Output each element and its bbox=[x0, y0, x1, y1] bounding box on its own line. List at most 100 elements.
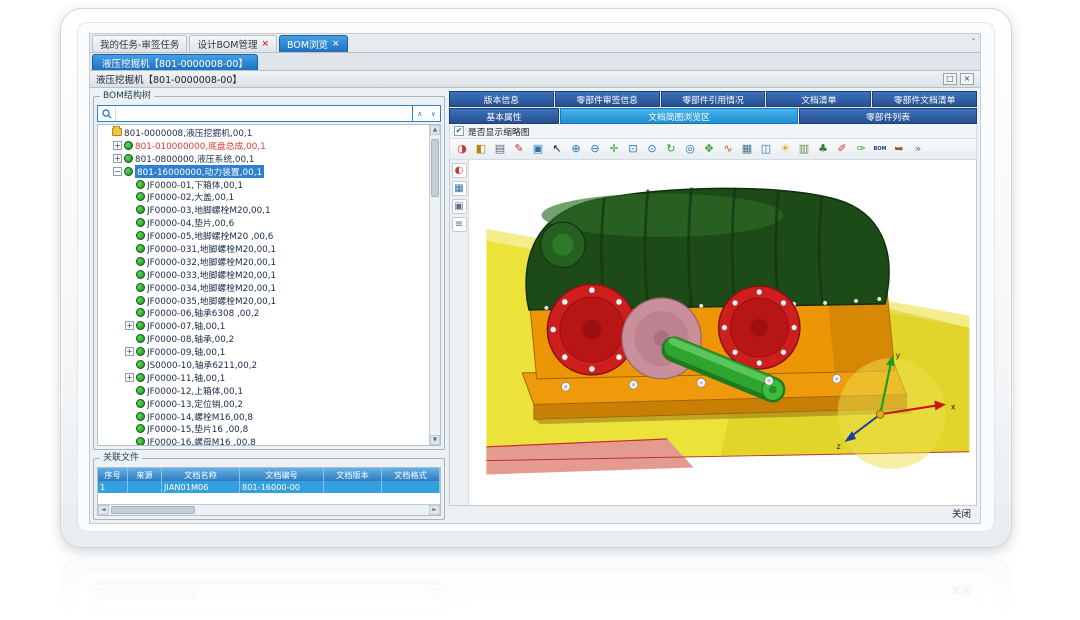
structure-tree-icon[interactable]: ♣ bbox=[815, 141, 831, 157]
scroll-right-icon[interactable]: ► bbox=[429, 505, 440, 515]
tree-expander-icon[interactable]: + bbox=[113, 141, 122, 150]
part-tab[interactable]: 版本信息 bbox=[449, 91, 554, 107]
tree-item[interactable]: 801-0000008,液压挖掘机,00,1 bbox=[98, 126, 429, 139]
thumbnail-tab-icon[interactable]: ▣ bbox=[452, 199, 467, 214]
pan-icon[interactable]: ✛ bbox=[606, 141, 622, 157]
tree-expander-icon[interactable]: + bbox=[125, 373, 134, 382]
search-prev-icon[interactable]: ∧ bbox=[413, 106, 427, 121]
section-icon[interactable]: ▦ bbox=[739, 141, 755, 157]
files-scroll-thumb[interactable] bbox=[111, 506, 195, 514]
tree-expander-icon[interactable]: − bbox=[113, 167, 122, 176]
doc-tab[interactable]: 液压挖掘机【801-0000008-00】 bbox=[92, 54, 258, 70]
light-icon[interactable]: ☀ bbox=[777, 141, 793, 157]
tree-item[interactable]: JF0000-01,下箱体,00,1 bbox=[98, 178, 429, 191]
tree-item[interactable]: JF0000-14,螺栓M16,00,8 bbox=[98, 410, 429, 423]
close-button[interactable]: 关闭 bbox=[952, 506, 971, 520]
view-tab[interactable]: 基本属性 bbox=[449, 108, 559, 124]
curve-icon[interactable]: ∿ bbox=[720, 141, 736, 157]
open-model-icon[interactable]: ◧ bbox=[473, 141, 489, 157]
part-tab[interactable]: 零部件审签信息 bbox=[555, 91, 660, 107]
files-scrollbar[interactable]: ◄ ► bbox=[98, 504, 440, 515]
part-tab[interactable]: 零部件文档清单 bbox=[872, 91, 977, 107]
3d-viewport-canvas[interactable]: x y z bbox=[469, 160, 976, 505]
view-tab[interactable]: 零部件列表 bbox=[799, 108, 977, 124]
tree-expander-icon[interactable]: + bbox=[113, 154, 122, 163]
tree-item[interactable]: JF0000-04,垫片,00,6 bbox=[98, 216, 429, 229]
print-icon[interactable]: ▤ bbox=[492, 141, 508, 157]
overflow-icon[interactable]: » bbox=[910, 141, 926, 157]
viewer-footer: 关闭 bbox=[449, 506, 977, 520]
tree-expander-icon[interactable]: + bbox=[125, 321, 134, 330]
close-panel-button[interactable]: × bbox=[960, 73, 974, 85]
tree-item[interactable]: JF0000-15,垫片16 ,00,8 bbox=[98, 422, 429, 435]
tree-item[interactable]: JF0000-16,螺母M16 ,00,8 bbox=[98, 435, 429, 445]
tree-item-label: JF0000-15,垫片16 ,00,8 bbox=[147, 422, 248, 435]
search-next-icon[interactable]: ∨ bbox=[427, 106, 441, 121]
tree-item[interactable]: JF0000-06,轴承6308 ,00,2 bbox=[98, 306, 429, 319]
tree-scroll-track[interactable] bbox=[430, 135, 440, 435]
zoom-out-icon[interactable]: ⊖ bbox=[587, 141, 603, 157]
tree-item[interactable]: JF0000-12,上箱体,00,1 bbox=[98, 384, 429, 397]
export-icon[interactable]: ➥ bbox=[891, 141, 907, 157]
tree-item-label: JF0000-031,地脚螺栓M20,00,1 bbox=[147, 242, 276, 255]
camera-icon[interactable]: ▣ bbox=[530, 141, 546, 157]
search-icon[interactable] bbox=[98, 106, 116, 121]
tree-item[interactable]: +801-010000000,底盘总成,00,1 bbox=[98, 139, 429, 152]
redline-icon[interactable]: ✐ bbox=[834, 141, 850, 157]
scroll-up-icon[interactable]: ▲ bbox=[430, 125, 440, 135]
tree-item[interactable]: JF0000-02,大盖,00,1 bbox=[98, 190, 429, 203]
bom-text-icon[interactable]: BOM bbox=[872, 141, 888, 157]
tree-item[interactable]: +JF0000-07,轴,00,1 bbox=[98, 319, 429, 332]
texture-icon[interactable]: ▥ bbox=[796, 141, 812, 157]
files-scroll-track[interactable] bbox=[109, 505, 429, 515]
tab-overflow-chevron-icon[interactable]: ˇ bbox=[971, 39, 976, 52]
list-tab-icon[interactable]: ≡ bbox=[452, 217, 467, 232]
tree-item[interactable]: JF0000-033,地脚螺栓M20,00,1 bbox=[98, 268, 429, 281]
view-tab[interactable]: 文档简图浏览区 bbox=[560, 108, 798, 124]
tree-item[interactable]: JF0000-08,轴承,00,2 bbox=[98, 332, 429, 345]
tree-item[interactable]: −801-16000000,动力装置,00,1 bbox=[98, 165, 429, 178]
main-tab[interactable]: BOM浏览× bbox=[279, 35, 348, 52]
main-tab[interactable]: 我的任务-审签任务 bbox=[92, 35, 187, 52]
tree-item[interactable]: JF0000-05,地脚螺栓M20 ,00,6 bbox=[98, 229, 429, 242]
zoom-extents-icon[interactable]: ⊙ bbox=[644, 141, 660, 157]
info-ball-icon[interactable]: ◑ bbox=[454, 141, 470, 157]
tree-item[interactable]: JF0000-031,地脚螺栓M20,00,1 bbox=[98, 242, 429, 255]
files-cell: 801-16000-00 bbox=[240, 481, 324, 493]
tree-item[interactable]: JF0000-035,地脚螺栓M20,00,1 bbox=[98, 294, 429, 307]
scroll-left-icon[interactable]: ◄ bbox=[98, 505, 109, 515]
search-input[interactable] bbox=[116, 106, 412, 121]
tree-scroll-thumb[interactable] bbox=[431, 139, 439, 197]
rotate-icon[interactable]: ↻ bbox=[663, 141, 679, 157]
restore-button[interactable]: □ bbox=[943, 73, 957, 85]
tree-item[interactable]: JF0000-032,地脚螺栓M20,00,1 bbox=[98, 255, 429, 268]
zoom-window-icon[interactable]: ⊡ bbox=[625, 141, 641, 157]
annotate-icon[interactable]: ✑ bbox=[853, 141, 869, 157]
edit-icon[interactable]: ✎ bbox=[511, 141, 527, 157]
tab-close-icon[interactable]: × bbox=[261, 40, 269, 49]
snapshot-icon[interactable]: ◫ bbox=[758, 141, 774, 157]
tree-item[interactable]: +JF0000-11,轴,00,1 bbox=[98, 371, 429, 384]
select-cursor-icon[interactable]: ↖ bbox=[549, 141, 565, 157]
axis-y-label: y bbox=[896, 351, 901, 360]
tree-item[interactable]: JF0000-13,定位销,00,2 bbox=[98, 397, 429, 410]
tree-item[interactable]: JF0000-03,地脚螺栓M20,00,1 bbox=[98, 203, 429, 216]
part-tab[interactable]: 零部件引用情况 bbox=[661, 91, 766, 107]
main-tab[interactable]: 设计BOM管理× bbox=[189, 35, 277, 52]
files-table-row[interactable]: 1JIAN01M06801-16000-00 bbox=[98, 481, 440, 493]
part-tab[interactable]: 文档清单 bbox=[766, 91, 871, 107]
tree-item[interactable]: JF0000-034,地脚螺栓M20,00,1 bbox=[98, 281, 429, 294]
zoom-in-icon[interactable]: ⊕ bbox=[568, 141, 584, 157]
tree-item[interactable]: +JF0000-09,轴,00,1 bbox=[98, 345, 429, 358]
tree-expander-icon[interactable]: + bbox=[125, 347, 134, 356]
orbit-icon[interactable]: ◎ bbox=[682, 141, 698, 157]
thumbnail-checkbox[interactable]: ✔ bbox=[454, 126, 464, 136]
scroll-down-icon[interactable]: ▼ bbox=[430, 435, 440, 445]
palette-icon[interactable]: ◐ bbox=[452, 163, 467, 178]
roam-icon[interactable]: ✥ bbox=[701, 141, 717, 157]
views-grid-icon[interactable]: ▦ bbox=[452, 181, 467, 196]
tree-item[interactable]: +801-0800000,液压系统,00,1 bbox=[98, 152, 429, 165]
tab-close-icon[interactable]: × bbox=[332, 40, 340, 49]
tree-item[interactable]: JS0000-10,轴承6211,00,2 bbox=[98, 358, 429, 371]
tree-scrollbar[interactable]: ▲ ▼ bbox=[429, 125, 440, 445]
